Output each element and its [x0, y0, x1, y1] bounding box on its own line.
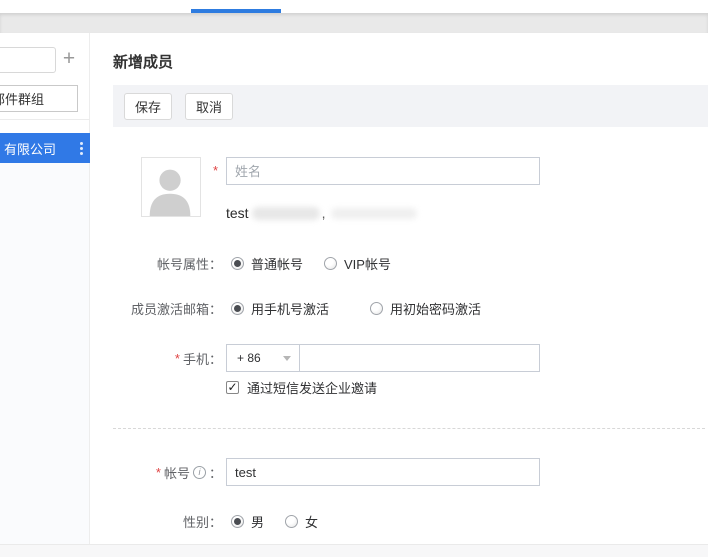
- country-code-select[interactable]: + 86: [226, 344, 300, 372]
- activation-mailbox-row: 成员激活邮箱： 用手机号激活 用初始密码激活: [113, 300, 481, 316]
- bottom-section-band: [0, 544, 708, 557]
- account-input[interactable]: [226, 458, 540, 486]
- sidebar-item-company[interactable]: 有限公司: [0, 133, 90, 163]
- sidebar-divider: [0, 119, 90, 120]
- mail-group-filter[interactable]: 邮件群组: [0, 85, 78, 112]
- save-button[interactable]: 保存: [124, 93, 172, 120]
- account-preview-text: test: [226, 205, 249, 221]
- redacted-text: [331, 208, 417, 219]
- sms-invite-row: ✓ 通过短信发送企业邀请: [226, 379, 377, 395]
- radio-activate-by-password[interactable]: [370, 302, 383, 315]
- sidebar-search-input[interactable]: [0, 47, 56, 73]
- org-sidebar: + 邮件群组 有限公司: [0, 33, 90, 544]
- add-member-page: + 邮件群组 有限公司 新增成员 保存 取消 * test , 帐号属性：: [0, 0, 708, 557]
- account-preview: test ,: [226, 204, 417, 222]
- mobile-number-input[interactable]: [299, 344, 540, 372]
- account-type-row: 帐号属性： 普通帐号 VIP帐号: [113, 255, 391, 271]
- radio-normal-account[interactable]: [231, 257, 244, 270]
- add-department-button[interactable]: +: [58, 45, 80, 73]
- cancel-button[interactable]: 取消: [185, 93, 233, 120]
- info-icon[interactable]: i: [193, 466, 206, 479]
- section-divider: [113, 428, 705, 429]
- radio-male-label[interactable]: 男: [251, 512, 264, 531]
- redacted-text: [252, 207, 320, 220]
- mobile-required-mark: *: [175, 351, 180, 366]
- activation-mailbox-label: 成员激活邮箱：: [131, 299, 222, 318]
- page-title: 新增成员: [113, 51, 173, 72]
- radio-activate-by-phone-label[interactable]: 用手机号激活: [251, 299, 329, 318]
- gender-label: 性别：: [183, 512, 222, 531]
- more-options-icon[interactable]: [78, 140, 85, 157]
- radio-normal-account-label[interactable]: 普通帐号: [251, 254, 303, 273]
- chevron-down-icon: [283, 356, 291, 361]
- radio-activate-by-phone[interactable]: [231, 302, 244, 315]
- radio-female-label[interactable]: 女: [305, 512, 318, 531]
- sms-invite-checkbox[interactable]: ✓: [226, 381, 239, 394]
- top-toolbar-band: [0, 13, 708, 33]
- name-required-mark: *: [213, 163, 218, 178]
- org-tree-background: [0, 163, 89, 544]
- radio-activate-by-password-label[interactable]: 用初始密码激活: [390, 299, 481, 318]
- radio-vip-account[interactable]: [324, 257, 337, 270]
- mail-group-filter-label: 邮件群组: [0, 89, 44, 108]
- sms-invite-label[interactable]: 通过短信发送企业邀请: [247, 378, 377, 397]
- account-required-mark: *: [156, 465, 161, 480]
- account-label: 帐号: [164, 463, 190, 482]
- form-toolbar: 保存 取消: [113, 85, 708, 127]
- account-preview-separator: ,: [322, 205, 326, 221]
- radio-vip-account-label[interactable]: VIP帐号: [344, 254, 391, 273]
- gender-row: 性别： 男 女: [113, 513, 318, 529]
- account-label-colon: ：: [209, 463, 222, 482]
- account-row: * 帐号 i ：: [113, 458, 222, 486]
- mobile-row: * 手机：: [113, 344, 222, 372]
- country-code-value: + 86: [237, 351, 283, 365]
- name-input[interactable]: [226, 157, 540, 185]
- radio-female[interactable]: [285, 515, 298, 528]
- account-type-label: 帐号属性：: [157, 254, 222, 273]
- company-name-label: 有限公司: [4, 139, 78, 158]
- mobile-label: 手机：: [183, 349, 222, 368]
- person-silhouette-icon: [142, 158, 200, 216]
- radio-male[interactable]: [231, 515, 244, 528]
- avatar[interactable]: [141, 157, 201, 217]
